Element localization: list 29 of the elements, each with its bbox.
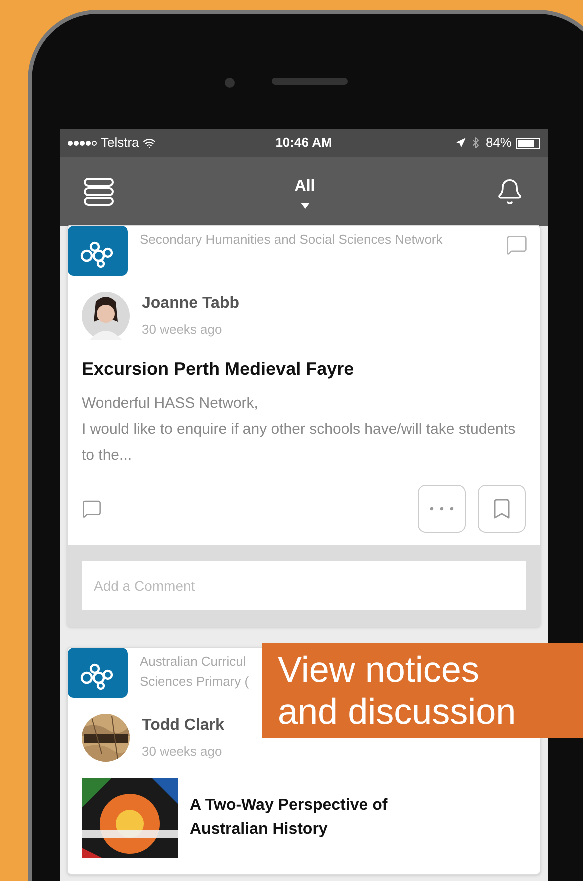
comment-icon[interactable] bbox=[82, 499, 102, 519]
banner-text: and discussion bbox=[278, 690, 518, 732]
bookmark-button[interactable] bbox=[478, 485, 526, 533]
post-body: I would like to enquire if any other schools have/will take students to the... bbox=[82, 420, 516, 466]
author-name[interactable]: Todd Clark bbox=[142, 714, 224, 738]
camera-icon bbox=[225, 78, 235, 88]
post-time: 30 weeks ago bbox=[142, 743, 224, 762]
filter-dropdown[interactable]: All bbox=[114, 174, 496, 208]
author-name[interactable]: Joanne Tabb bbox=[142, 292, 240, 316]
more-button[interactable] bbox=[418, 485, 466, 533]
battery-percent: 84% bbox=[486, 134, 512, 152]
chat-icon[interactable] bbox=[506, 234, 528, 256]
banner-text: View notices bbox=[278, 648, 480, 690]
menu-icon[interactable] bbox=[84, 178, 114, 206]
post-title[interactable]: Excursion Perth Medieval Fayre bbox=[68, 356, 540, 383]
comment-field[interactable]: Add a Comment bbox=[82, 561, 526, 610]
bell-icon[interactable] bbox=[496, 178, 524, 206]
post-title[interactable]: A Two-Way Perspective of Australian History bbox=[190, 794, 460, 842]
location-icon bbox=[456, 138, 466, 148]
post-body: Wonderful HASS Network, bbox=[82, 394, 260, 414]
avatar bbox=[82, 292, 130, 340]
wifi-icon bbox=[143, 136, 156, 150]
carrier: Telstra bbox=[101, 134, 140, 152]
signal-icon bbox=[68, 140, 97, 146]
post-time: 30 weeks ago bbox=[142, 321, 224, 340]
caret-icon bbox=[300, 202, 310, 208]
battery-icon bbox=[516, 138, 540, 148]
more-icon bbox=[430, 507, 454, 511]
clock: 10:46 AM bbox=[274, 134, 334, 152]
